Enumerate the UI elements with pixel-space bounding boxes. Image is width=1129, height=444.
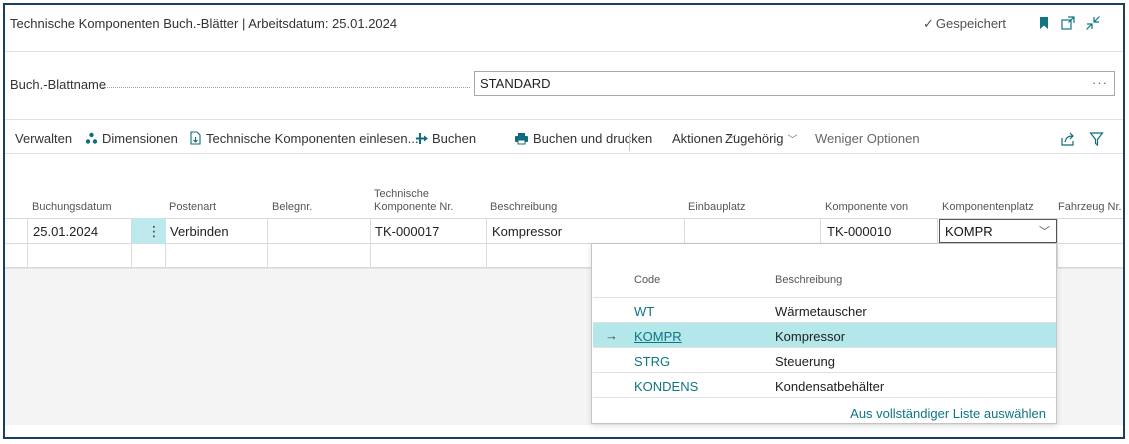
arrow-right-icon: →	[605, 328, 618, 343]
dropdown-option-wt[interactable]: WT Wärmetauscher	[593, 297, 1056, 322]
grid-line	[486, 218, 487, 268]
post-icon	[416, 133, 428, 144]
post-button[interactable]: Buchen	[415, 131, 476, 146]
option-description: Wärmetauscher	[775, 304, 867, 319]
saved-status: ✓ Gespeichert	[923, 16, 1006, 32]
chevron-down-icon[interactable]: ﹀	[1039, 223, 1050, 239]
col-posting-date[interactable]: Buchungsdatum	[32, 201, 112, 214]
filter-icon[interactable]	[1089, 131, 1104, 147]
option-code[interactable]: KONDENS	[634, 379, 698, 394]
checkmark-icon: ✓	[923, 16, 934, 31]
grid-line	[267, 218, 268, 268]
dropdown-option-kompr[interactable]: → KOMPR Kompressor	[593, 322, 1056, 347]
grid-line	[27, 218, 28, 268]
col-description[interactable]: Beschreibung	[490, 201, 557, 214]
dropdown-header-description: Beschreibung	[775, 274, 843, 286]
col-vehicle-no[interactable]: Fahrzeug Nr.	[1058, 201, 1122, 214]
col-entry-type[interactable]: Postenart	[169, 201, 216, 214]
option-code[interactable]: STRG	[634, 354, 670, 369]
option-code[interactable]: KOMPR	[634, 329, 682, 344]
dropdown-header-code: Code	[634, 274, 661, 286]
row-actions-menu[interactable]: ⋮	[131, 218, 166, 244]
fewer-options-button[interactable]: Weniger Optionen	[815, 131, 920, 146]
field-divider	[5, 119, 1123, 120]
dimensions-icon	[85, 132, 98, 144]
bookmark-icon[interactable]	[1036, 15, 1052, 31]
option-code[interactable]: WT	[634, 304, 654, 319]
more-options-icon[interactable]: ···	[1092, 75, 1108, 90]
journal-name-input[interactable]: STANDARD ···	[474, 71, 1115, 96]
journal-name-field-row: Buch.-Blattname STANDARD ···	[5, 69, 1123, 97]
dropdown-divider	[593, 397, 1056, 398]
grid-line	[1057, 218, 1058, 268]
collapse-icon[interactable]	[1085, 15, 1101, 31]
col-component-of[interactable]: Komponente von	[825, 201, 908, 214]
option-description: Kompressor	[775, 329, 846, 344]
manage-button[interactable]: Verwalten	[15, 131, 72, 146]
cell-posting-date[interactable]: 25.01.2024	[33, 224, 98, 239]
col-component-place[interactable]: Komponentenplatz	[942, 201, 1034, 214]
select-from-full-list-link[interactable]: Aus vollständiger Liste auswählen	[850, 406, 1046, 421]
cell-tech-component[interactable]: TK-000017	[375, 224, 439, 239]
post-and-print-button[interactable]: Buchen und drucken	[514, 131, 652, 146]
printer-icon	[515, 133, 528, 145]
chevron-down-icon: ﹀	[787, 135, 798, 146]
document-import-icon	[190, 131, 201, 145]
journal-name-label: Buch.-Blattname	[10, 77, 107, 92]
col-doc-no[interactable]: Belegnr.	[272, 201, 312, 214]
cell-component-of[interactable]: TK-000010	[827, 224, 891, 239]
col-tech-component-line1[interactable]: Technische	[374, 188, 429, 201]
grid-line	[370, 218, 371, 268]
page-header: Technische Komponenten Buch.-Blätter | A…	[5, 5, 1123, 45]
component-place-value: KOMPR	[945, 224, 993, 239]
journal-name-value: STANDARD	[480, 76, 551, 91]
table-header: Buchungsdatum Postenart Belegnr. Technis…	[5, 181, 1123, 219]
page-frame: Technische Komponenten Buch.-Blätter | A…	[3, 3, 1125, 439]
dimensions-button[interactable]: Dimensionen	[85, 131, 178, 146]
option-description: Steuerung	[775, 354, 835, 369]
page-title: Technische Komponenten Buch.-Blätter | A…	[10, 16, 398, 31]
col-tech-component-line2[interactable]: Komponente Nr.	[374, 201, 454, 214]
col-install-place[interactable]: Einbauplatz	[688, 201, 746, 214]
dropdown-option-kondens[interactable]: KONDENS Kondensatbehälter	[593, 372, 1056, 397]
more-vertical-icon: ⋮	[147, 223, 161, 239]
option-description: Kondensatbehälter	[775, 379, 885, 394]
saved-label: Gespeichert	[935, 16, 1006, 31]
cell-description[interactable]: Kompressor	[492, 224, 562, 239]
component-place-dropdown: Code Beschreibung WT Wärmetauscher → KOM…	[591, 243, 1057, 424]
action-bar: Verwalten Dimensionen Technische Kompone…	[5, 125, 1123, 155]
related-menu[interactable]: Zugehörig ﹀	[725, 131, 798, 146]
action-separator	[629, 133, 630, 151]
dropdown-option-strg[interactable]: STRG Steuerung	[593, 347, 1056, 372]
share-icon[interactable]	[1060, 131, 1076, 147]
actionbar-divider	[5, 153, 1123, 154]
open-new-window-icon[interactable]	[1060, 15, 1076, 31]
field-leader-dots	[102, 87, 470, 88]
cell-entry-type[interactable]: Verbinden	[170, 224, 229, 239]
header-divider	[5, 51, 1123, 52]
component-place-input[interactable]: KOMPR ﹀	[939, 219, 1057, 243]
import-components-button[interactable]: Technische Komponenten einlesen...	[189, 131, 418, 146]
